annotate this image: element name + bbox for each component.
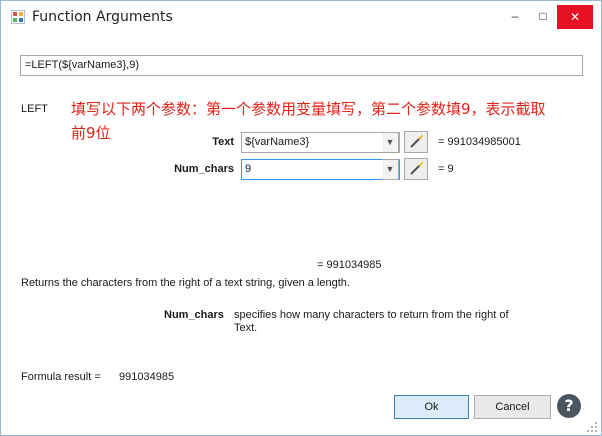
app-icon <box>11 10 25 24</box>
ok-button[interactable]: Ok <box>394 395 469 419</box>
help-icon[interactable]: ? <box>557 394 581 418</box>
formula-result-label: Formula result = <box>21 371 101 383</box>
title-bar[interactable]: Function Arguments – □ ✕ <box>1 1 601 32</box>
maximize-button[interactable]: □ <box>529 5 557 27</box>
arg-input-num-chars[interactable]: 9 <box>241 159 400 180</box>
window-title: Function Arguments <box>32 9 173 25</box>
cancel-button[interactable]: Cancel <box>474 395 551 419</box>
formula-field[interactable]: =LEFT(${varName3},9) <box>20 55 583 76</box>
resize-grip-icon[interactable] <box>586 421 598 433</box>
arg-result-text: = 991034985001 <box>438 136 521 148</box>
chevron-down-icon[interactable]: ▼ <box>382 132 399 153</box>
arg-input-text[interactable]: ${varName3} <box>241 132 400 153</box>
function-name: LEFT <box>21 103 48 115</box>
function-description: Returns the characters from the right of… <box>21 277 350 289</box>
function-result: = 991034985 <box>317 259 382 271</box>
param-help-text: specifies how many characters to return … <box>234 309 509 334</box>
close-button[interactable]: ✕ <box>557 5 593 29</box>
arg-label-text: Text <box>212 136 234 148</box>
arg-label-num-chars: Num_chars <box>174 163 234 175</box>
magic-wand-icon[interactable] <box>404 158 428 180</box>
magic-wand-icon[interactable] <box>404 131 428 153</box>
minimize-button[interactable]: – <box>501 5 529 27</box>
function-arguments-dialog: Function Arguments – □ ✕ =LEFT(${varName… <box>0 0 602 436</box>
formula-result-value: 991034985 <box>119 371 175 383</box>
param-help-name: Num_chars <box>164 309 224 321</box>
chevron-down-icon[interactable]: ▼ <box>382 159 399 180</box>
arg-result-num-chars: = 9 <box>438 163 454 175</box>
